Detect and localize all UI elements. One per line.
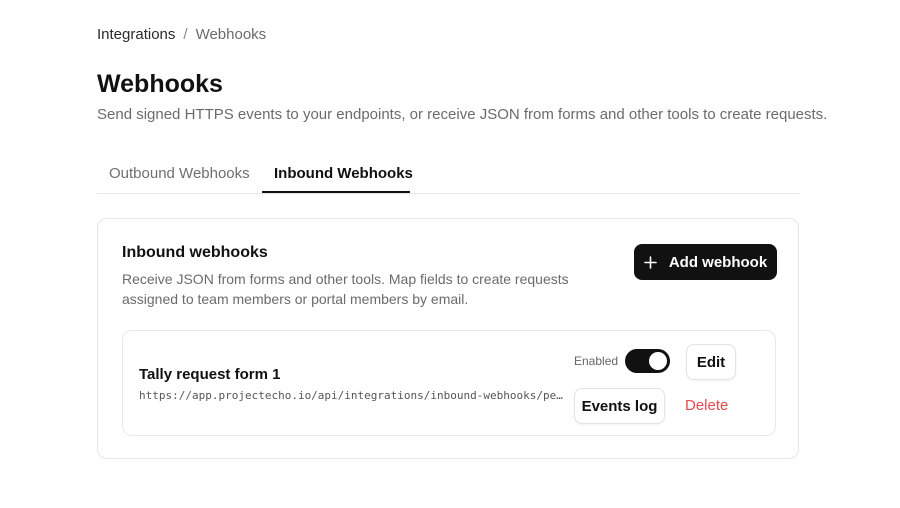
breadcrumb-current: Webhooks [195,26,267,43]
breadcrumb: Integrations / Webhooks [97,26,266,43]
enabled-label: Enabled [574,354,619,368]
breadcrumb-separator: / [183,26,188,43]
events-log-button[interactable]: Events log [574,388,665,424]
card-title: Inbound webhooks [122,244,268,261]
enabled-toggle[interactable] [625,349,670,373]
add-webhook-button[interactable]: Add webhook [634,244,777,280]
add-webhook-label: Add webhook [668,253,768,271]
toggle-knob [649,352,667,370]
tab-inbound-webhooks[interactable]: Inbound Webhooks [274,165,413,182]
card-description: Receive JSON from forms and other tools.… [122,271,569,307]
edit-button[interactable]: Edit [686,344,736,380]
active-tab-indicator [262,191,410,193]
webhook-row: Tally request form 1 https://app.project… [122,330,776,436]
inbound-webhooks-card: Inbound webhooks Receive JSON from forms… [97,218,799,459]
breadcrumb-integrations-link[interactable]: Integrations [97,26,175,43]
delete-button[interactable]: Delete [685,397,728,414]
page-title: Webhooks [97,70,223,98]
page-subtitle: Send signed HTTPS events to your endpoin… [97,106,828,123]
webhook-url: https://app.projectecho.io/api/integrati… [139,389,563,402]
webhook-name: Tally request form 1 [139,366,281,383]
tab-outbound-webhooks[interactable]: Outbound Webhooks [109,165,250,182]
plus-icon [644,255,657,269]
tab-bar: Outbound Webhooks Inbound Webhooks [97,155,800,194]
